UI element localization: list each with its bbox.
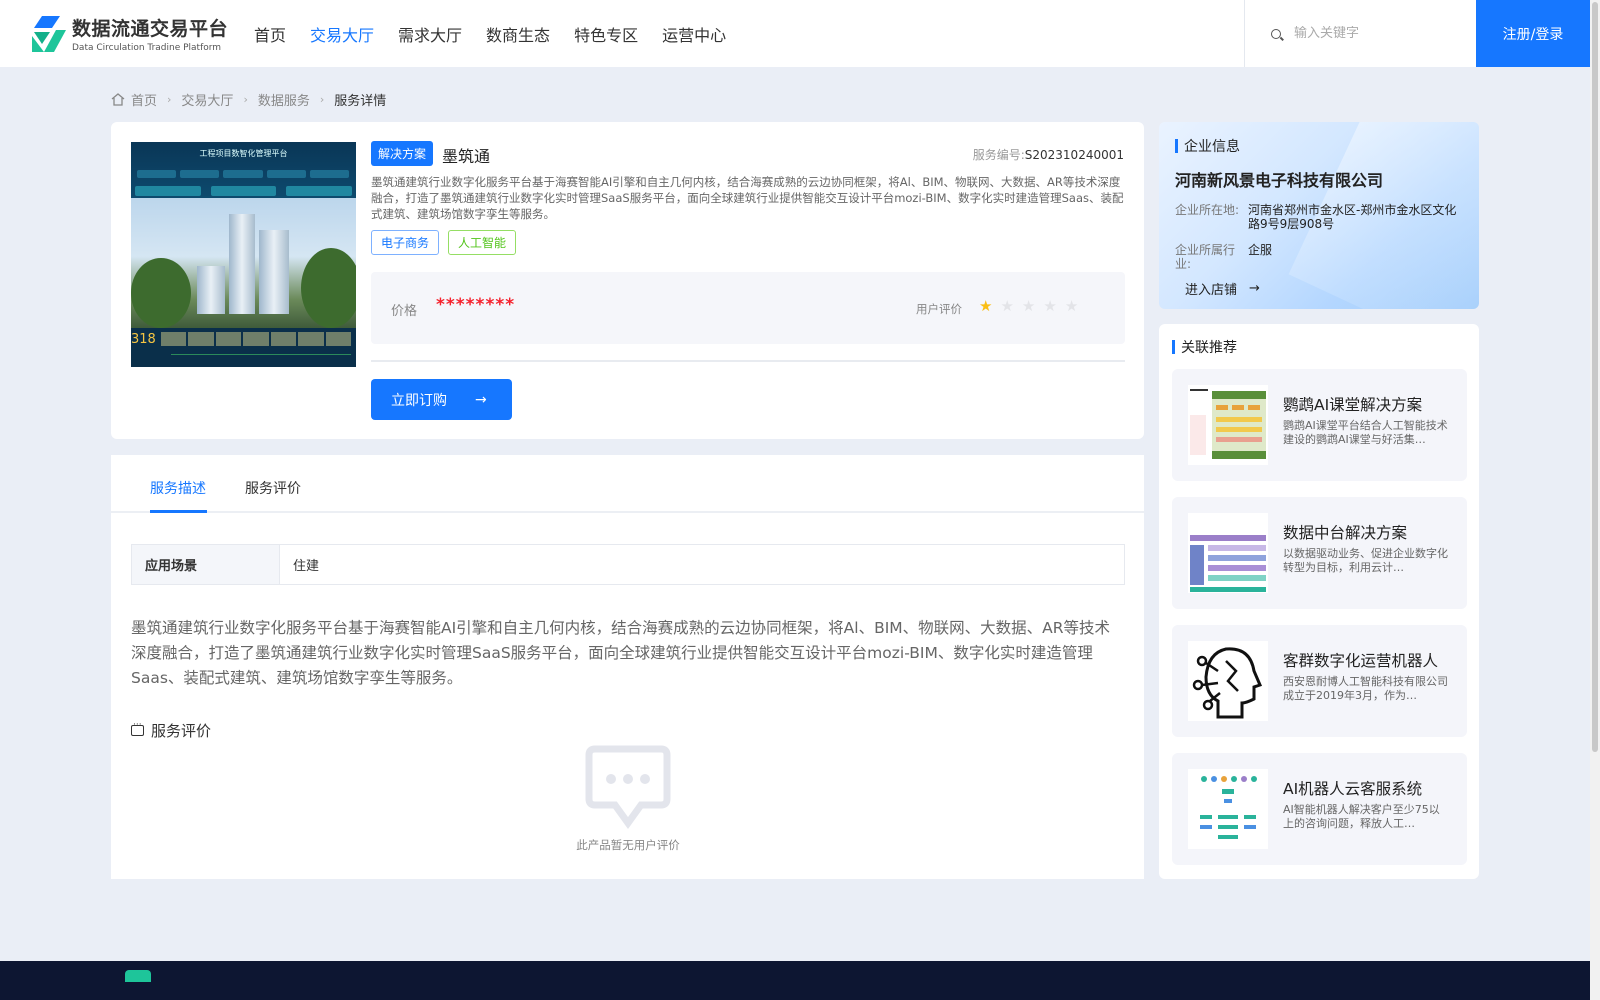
page-footer xyxy=(0,961,1590,1000)
company-industry-row: 企业所属行业: 企服 xyxy=(1175,243,1273,271)
star-icon: ★ xyxy=(979,297,993,315)
home-icon[interactable] xyxy=(111,93,125,106)
search-input[interactable] xyxy=(1294,26,1464,41)
product-image[interactable]: 工程项目数智化管理平台 318 xyxy=(131,142,356,367)
service-long-description: 墨筑通建筑行业数字化服务平台基于海赛智能AI引擎和自主几何内核，结合海赛成熟的云… xyxy=(131,619,1111,687)
logo-subtitle: Data Circulation Tradine Platform xyxy=(72,43,222,53)
order-button-label: 立即订购 xyxy=(391,392,447,409)
search-box xyxy=(1244,0,1476,67)
scene-value: 住建 xyxy=(293,559,320,574)
empty-review-text: 此产品暂无用户评价 xyxy=(576,838,680,852)
breadcrumb: 首页 › 交易大厅 › 数据服务 › 服务详情 xyxy=(111,90,386,109)
star-icon: ★ xyxy=(1043,297,1057,315)
star-icon: ★ xyxy=(1000,297,1014,315)
product-description: 墨筑通建筑行业数字化服务平台基于海赛智能AI引擎和自主几何内核，结合海赛成熟的云… xyxy=(371,175,1124,221)
chevron-right-icon: › xyxy=(167,93,172,106)
footer-logo-icon xyxy=(125,970,151,982)
nav-trading-hall[interactable]: 交易大厅 xyxy=(310,22,374,46)
tab-service-description[interactable]: 服务描述 xyxy=(150,478,206,498)
price-value: ******** xyxy=(436,295,516,315)
recommendation-title: 数据中台解决方案 xyxy=(1283,524,1408,542)
price-label: 价格 xyxy=(391,304,418,319)
rating-stars: ★ ★ ★ ★ ★ xyxy=(979,297,1078,315)
product-card: 工程项目数智化管理平台 318 解决方案 墨筑通 服务编号:S202310240… xyxy=(111,122,1144,439)
divider xyxy=(371,360,1125,362)
related-recommendations: 关联推荐 鹦鹉AI课堂解决方案 鹦鹉AI课堂平台结合人工智能技术建设的鹦鹉AI课… xyxy=(1159,324,1479,879)
company-name: 河南新风景电子科技有限公司 xyxy=(1175,171,1384,190)
search-icon[interactable] xyxy=(1271,28,1281,39)
chevron-right-icon: › xyxy=(319,93,325,106)
logo-icon xyxy=(30,14,68,54)
nav-demand-hall[interactable]: 需求大厅 xyxy=(398,22,462,46)
nav-ecosystem[interactable]: 数商生态 xyxy=(486,22,550,46)
scene-table: 应用场景 住建 xyxy=(131,544,1125,585)
recommendation-card[interactable]: 鹦鹉AI课堂解决方案 鹦鹉AI课堂平台结合人工智能技术建设的鹦鹉AI课堂与好活集… xyxy=(1172,369,1467,481)
arrow-right-icon: → xyxy=(475,391,487,408)
recommendation-thumbnail xyxy=(1188,513,1268,593)
scrollbar-thumb[interactable] xyxy=(1592,2,1598,752)
robot-head-thumbnail xyxy=(1188,641,1268,721)
empty-comment-icon xyxy=(585,745,671,831)
scene-key: 应用场景 xyxy=(132,545,280,584)
tag-ecommerce[interactable]: 电子商务 xyxy=(371,230,440,255)
breadcrumb-trading-hall[interactable]: 交易大厅 xyxy=(181,90,233,109)
recommendation-desc: 以数据驱动业务、促进企业数字化转型为目标，利用云计… xyxy=(1283,547,1448,574)
product-tags: 电子商务 人工智能 xyxy=(371,230,517,255)
tab-service-review[interactable]: 服务评价 xyxy=(245,478,301,498)
enter-store-link[interactable]: 进入店铺 → xyxy=(1185,279,1260,298)
recommendation-title: AI机器人云客服系统 xyxy=(1283,780,1423,798)
review-section-title: 服务评价 xyxy=(131,720,211,741)
detail-tabs: 服务描述 服务评价 xyxy=(111,455,1144,513)
register-login-button[interactable]: 注册/登录 xyxy=(1476,0,1590,67)
rating-label: 用户评价 xyxy=(916,302,962,316)
site-logo[interactable]: 数据流通交易平台 Data Circulation Tradine Platfo… xyxy=(30,14,230,54)
recommendation-desc: 西安恩耐博人工智能科技有限公司成立于2019年3月，作为… xyxy=(1283,675,1448,702)
service-number: 服务编号:S202310240001 xyxy=(972,148,1124,162)
recommendation-desc: AI智能机器人解决客户至少75以上的咨询问题，释放人工… xyxy=(1283,803,1440,830)
breadcrumb-current: 服务详情 xyxy=(334,94,387,109)
recommendation-card[interactable]: 数据中台解决方案 以数据驱动业务、促进企业数字化转型为目标，利用云计… xyxy=(1172,497,1467,609)
nav-home[interactable]: 首页 xyxy=(254,22,286,46)
breadcrumb-data-service[interactable]: 数据服务 xyxy=(258,90,310,109)
main-nav: 首页 交易大厅 需求大厅 数商生态 特色专区 运营中心 xyxy=(254,22,750,46)
product-image-number: 318 xyxy=(131,332,156,347)
company-location-row: 企业所在地: 河南省郑州市金水区-郑州市金水区文化路9号9层908号 xyxy=(1175,203,1457,231)
breadcrumb-home[interactable]: 首页 xyxy=(131,90,157,109)
product-image-title: 工程项目数智化管理平台 xyxy=(199,149,288,158)
chevron-right-icon: › xyxy=(243,93,248,106)
recommendation-desc: 鹦鹉AI课堂平台结合人工智能技术建设的鹦鹉AI课堂与好活集… xyxy=(1283,419,1448,446)
recommendation-card[interactable]: 客群数字化运营机器人 西安恩耐博人工智能科技有限公司成立于2019年3月，作为… xyxy=(1172,625,1467,737)
star-icon: ★ xyxy=(1021,297,1036,315)
order-now-button[interactable]: 立即订购 → xyxy=(371,379,512,420)
product-name: 墨筑通 xyxy=(442,147,491,166)
active-tab-indicator xyxy=(150,510,207,513)
arrow-right-icon: → xyxy=(1249,281,1260,296)
price-box: 价格 ******** 用户评价 ★ ★ ★ ★ ★ xyxy=(371,272,1125,344)
nav-special-zone[interactable]: 特色专区 xyxy=(574,22,638,46)
recommendation-thumbnail xyxy=(1188,385,1268,465)
details-panel: 服务描述 服务评价 应用场景 住建 墨筑通建筑行业数字化服务平台基于海赛智能AI… xyxy=(111,455,1144,879)
category-tag: 解决方案 xyxy=(371,141,434,166)
recommendation-title: 鹦鹉AI课堂解决方案 xyxy=(1283,396,1423,414)
recommendation-title: 客群数字化运营机器人 xyxy=(1283,652,1439,670)
star-icon: ★ xyxy=(1064,297,1079,315)
company-info-card: 企业信息 河南新风景电子科技有限公司 企业所在地: 河南省郑州市金水区-郑州市金… xyxy=(1159,122,1479,309)
nav-operation-center[interactable]: 运营中心 xyxy=(662,22,726,46)
recommendations-title: 关联推荐 xyxy=(1172,337,1237,357)
recommendation-card[interactable]: AI机器人云客服系统 AI智能机器人解决客户至少75以上的咨询问题，释放人工… xyxy=(1172,753,1467,865)
comment-icon xyxy=(131,720,144,736)
company-section-title: 企业信息 xyxy=(1175,136,1240,156)
recommendation-thumbnail xyxy=(1188,769,1268,849)
logo-title: 数据流通交易平台 xyxy=(72,18,229,40)
tag-ai[interactable]: 人工智能 xyxy=(448,230,517,255)
